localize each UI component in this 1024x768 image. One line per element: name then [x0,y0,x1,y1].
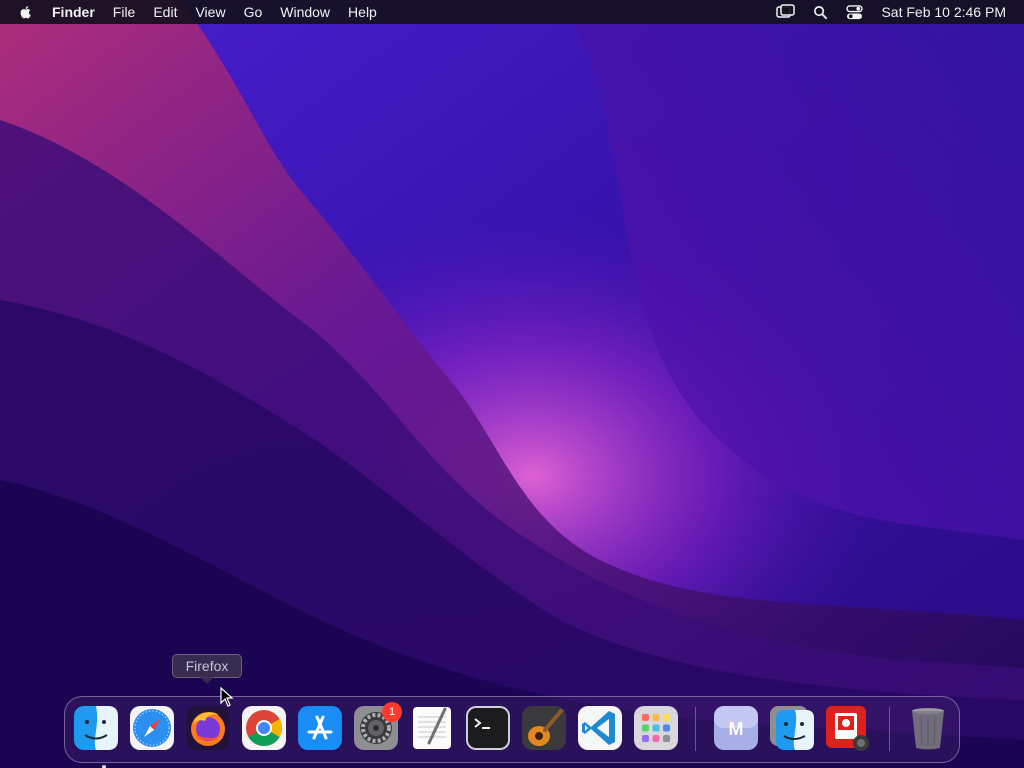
menu-window[interactable]: Window [271,0,339,24]
menu-help[interactable]: Help [339,0,386,24]
firefox-icon [186,706,230,750]
dock-textedit[interactable] [409,705,455,751]
screen-mirroring-icon[interactable] [775,3,797,21]
terminal-icon [466,706,510,750]
mouse-cursor-icon [220,687,234,707]
dock-finder-stack[interactable] [769,705,815,751]
menu-file[interactable]: File [104,0,145,24]
dock-chrome[interactable] [241,705,287,751]
finder-icon [74,706,118,750]
menu-bar-clock[interactable]: Sat Feb 10 2:46 PM [881,4,1006,20]
menu-app-name[interactable]: Finder [50,0,104,24]
dock-garageband[interactable] [521,705,567,751]
trash-icon [912,708,944,750]
dock-vscode[interactable] [577,705,623,751]
dock-safari[interactable] [129,705,175,751]
dock-firefox[interactable] [185,705,231,751]
spotlight-search-icon[interactable] [809,3,831,21]
menu-edit[interactable]: Edit [144,0,186,24]
menu-bar: Finder File Edit View Go Window Help Sat… [0,0,1024,24]
vscode-icon [578,706,622,750]
dock-trash[interactable] [905,705,951,751]
wallpaper [0,0,1024,768]
garageband-icon [522,706,566,750]
launchpad-icon [634,706,678,750]
dock-terminal[interactable] [465,705,511,751]
control-center-icon[interactable] [843,3,865,21]
photo-booth-icon [826,706,869,751]
finder-stack-icon [770,706,814,750]
svg-text:M: M [729,719,744,739]
textedit-icon [413,707,451,749]
m-app-icon: M [714,706,758,750]
dock-app-store[interactable] [297,705,343,751]
chrome-icon [242,706,286,750]
app-store-icon [298,706,342,750]
dock-m-app[interactable]: M [713,705,759,751]
dock-launchpad[interactable] [633,705,679,751]
dock-separator [889,707,890,751]
safari-icon [130,706,174,750]
desktop[interactable]: Finder File Edit View Go Window Help Sat… [0,0,1024,768]
dock-photo-booth[interactable] [825,705,871,751]
notification-badge: 1 [382,702,402,722]
menu-go[interactable]: Go [235,0,272,24]
dock-separator [695,707,696,751]
tooltip-arrow [200,677,214,684]
dock-finder[interactable] [73,705,119,768]
dock-tooltip: Firefox [172,654,242,678]
menu-view[interactable]: View [186,0,234,24]
apple-logo-icon[interactable] [18,3,36,21]
dock: M [64,696,960,768]
